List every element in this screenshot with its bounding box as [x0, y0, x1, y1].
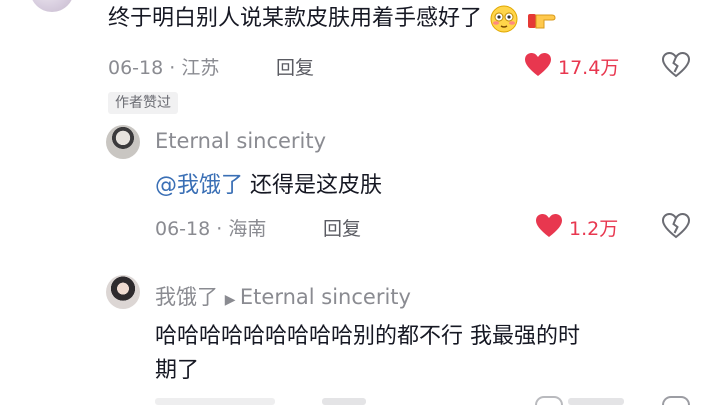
comment-text: 终于明白别人说某款皮肤用着手感好了 [108, 6, 483, 31]
dislike-icon[interactable] [662, 396, 690, 405]
flushed-emoji-icon [490, 5, 518, 33]
username[interactable]: 我饿了 [155, 285, 218, 309]
pointing-hand-icon [528, 14, 556, 29]
like-count: 17.4万 [558, 57, 620, 79]
reply-button[interactable]: 回复 [276, 53, 314, 80]
comment-text: 还得是这皮肤 [250, 173, 383, 198]
dislike-icon[interactable] [662, 213, 690, 239]
comment-text: 哈哈哈哈哈哈哈哈哈别的都不行 我最强的时 [155, 324, 580, 349]
avatar[interactable] [30, 0, 74, 12]
comment-text-continued: 期了 [155, 358, 200, 383]
comment-meta: 06-18 · 江苏 [108, 53, 219, 80]
heart-icon[interactable] [524, 52, 552, 78]
dislike-icon[interactable] [662, 52, 690, 78]
reply-button[interactable]: 回复 [323, 214, 361, 241]
reply-button-cutoff[interactable] [322, 398, 366, 405]
avatar[interactable] [106, 125, 140, 159]
comment-date: 06-18 [155, 218, 211, 240]
reply-arrow-icon: ▶ [224, 292, 240, 308]
reply-to-username[interactable]: Eternal sincerity [240, 285, 411, 309]
reply-header: 我饿了 ▶ Eternal sincerity [155, 281, 411, 311]
heart-icon[interactable] [535, 213, 563, 239]
comment-meta-cutoff [155, 398, 275, 405]
comment-meta: 06-18 · 海南 [155, 214, 266, 241]
avatar[interactable] [106, 275, 140, 309]
dot-separator: · [169, 57, 182, 79]
comment-location: 海南 [228, 218, 267, 240]
comment-1-row: 终于明白别人说某款皮肤用着手感好了 [108, 4, 556, 34]
username[interactable]: Eternal sincerity [155, 129, 326, 153]
mention-link[interactable]: @我饿了 [155, 173, 243, 198]
author-liked-badge: 作者赞过 [108, 92, 178, 114]
like-count-cutoff [568, 398, 624, 405]
comment-location: 江苏 [181, 57, 220, 79]
heart-icon[interactable] [535, 396, 563, 405]
like-count: 1.2万 [569, 218, 619, 240]
comment-date: 06-18 [108, 57, 164, 79]
dot-separator: · [216, 218, 229, 240]
comment-2-row: @我饿了 还得是这皮肤 [155, 172, 382, 200]
